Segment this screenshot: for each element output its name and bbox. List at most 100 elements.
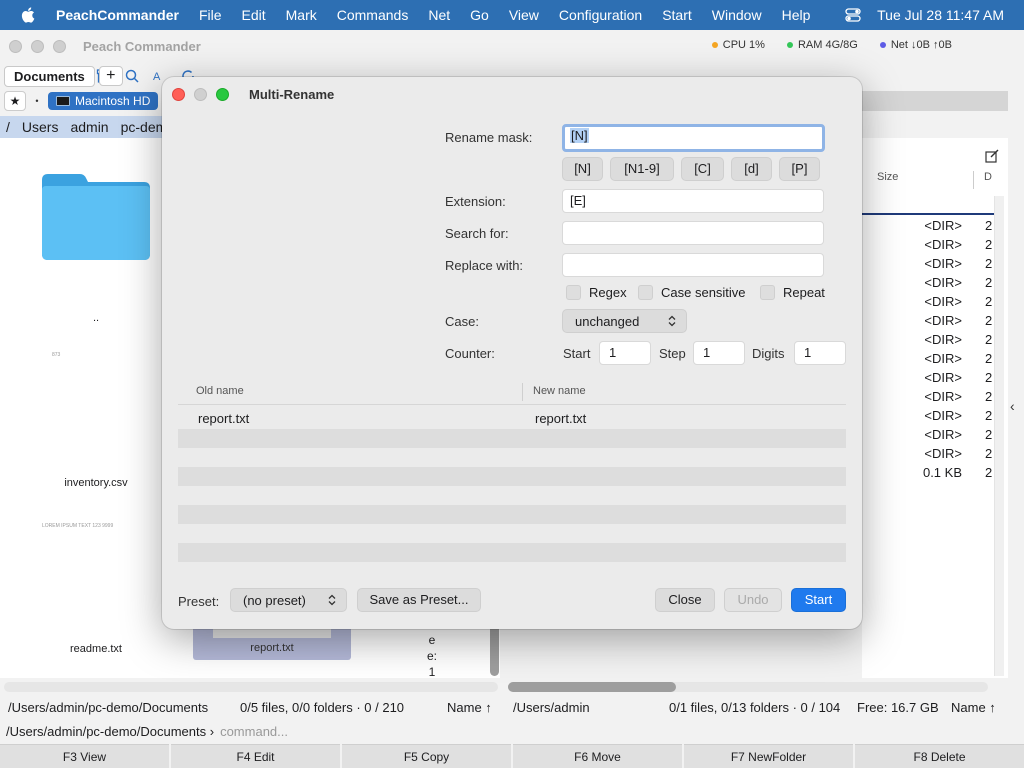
drive-label: Macintosh HD	[75, 94, 151, 108]
add-tab-button[interactable]: +	[98, 66, 123, 86]
window-titlebar: Peach Commander CPU 1% RAM 4G/8G Net ↓0B…	[0, 30, 1024, 62]
counter-start-input[interactable]: 1	[599, 341, 651, 365]
menu-configuration[interactable]: Configuration	[549, 7, 652, 23]
command-input[interactable]: command...	[220, 724, 288, 739]
new-name-header[interactable]: New name	[533, 385, 586, 397]
undo-button[interactable]: Undo	[724, 588, 782, 612]
edit-icon[interactable]	[985, 149, 999, 163]
repeat-checkbox-box[interactable]	[760, 285, 775, 300]
regex-checkbox[interactable]: Regex	[566, 285, 627, 300]
table-row[interactable]: report.txt report.txt	[178, 410, 846, 429]
menu-app-name[interactable]: PeachCommander	[54, 7, 189, 23]
rename-mask-input[interactable]: [N]	[562, 124, 825, 152]
case-select[interactable]: unchanged	[562, 309, 687, 333]
repeat-label: Repeat	[783, 285, 825, 300]
preset-select[interactable]: (no preset)	[230, 588, 347, 612]
counter-step-label: Step	[659, 346, 686, 361]
window-minimize-button[interactable]	[31, 39, 44, 53]
replace-with-label: Replace with:	[445, 258, 524, 273]
empty-table-row	[178, 505, 846, 524]
start-button[interactable]: Start	[791, 588, 846, 612]
close-button[interactable]: Close	[655, 588, 715, 612]
favorites-star-icon[interactable]: ★	[4, 91, 26, 111]
window-zoom-button[interactable]	[53, 39, 66, 53]
command-line: /Users/admin/pc-demo/Documents › command…	[6, 724, 288, 739]
menu-file[interactable]: File	[189, 7, 232, 23]
insert-date-button[interactable]: [d]	[731, 157, 772, 181]
regex-checkbox-box[interactable]	[566, 285, 581, 300]
dialog-title: Multi-Rename	[249, 86, 335, 102]
cpu-stat: CPU 1%	[711, 39, 765, 51]
counter-digits-input[interactable]: 1	[794, 341, 846, 365]
dialog-close-button[interactable]	[172, 87, 185, 101]
f7-newfolder-button[interactable]: F7 NewFolder	[684, 744, 853, 768]
f6-move-button[interactable]: F6 Move	[513, 744, 682, 768]
apple-icon[interactable]	[20, 6, 38, 24]
date-column-header[interactable]: D	[984, 171, 992, 183]
menu-help[interactable]: Help	[772, 7, 821, 23]
f8-delete-button[interactable]: F8 Delete	[855, 744, 1024, 768]
search-icon[interactable]	[123, 67, 141, 85]
insert-name-range-button[interactable]: [N1-9]	[610, 157, 674, 181]
search-for-input[interactable]	[562, 221, 824, 245]
counter-step-input[interactable]: 1	[693, 341, 745, 365]
right-vertical-scrollbar[interactable]	[994, 196, 1004, 676]
path-pc-demo[interactable]: pc-demo	[121, 119, 162, 135]
search-for-label: Search for:	[445, 226, 509, 241]
drive-button[interactable]: Macintosh HD	[48, 92, 159, 110]
empty-table-row	[178, 467, 846, 486]
menu-net[interactable]: Net	[418, 7, 460, 23]
control-center-icon[interactable]	[845, 8, 861, 22]
case-sensitive-checkbox[interactable]: Case sensitive	[638, 285, 746, 300]
f3-view-button[interactable]: F3 View	[0, 744, 169, 768]
menu-mark[interactable]: Mark	[276, 7, 327, 23]
date-cell: 2	[985, 370, 993, 385]
menubar-clock[interactable]: Tue Jul 28 11:47 AM	[877, 7, 1004, 23]
path-admin[interactable]: admin	[70, 119, 108, 135]
insert-counter-button[interactable]: [C]	[681, 157, 724, 181]
replace-with-input[interactable]	[562, 253, 824, 277]
f4-edit-button[interactable]: F4 Edit	[171, 744, 340, 768]
old-name-header[interactable]: Old name	[196, 385, 244, 397]
window-close-button[interactable]	[9, 39, 22, 53]
menu-view[interactable]: View	[499, 7, 549, 23]
menu-window[interactable]: Window	[702, 7, 772, 23]
left-sort-button[interactable]: Name ↑	[447, 700, 492, 715]
extension-input[interactable]: [E]	[562, 189, 824, 213]
date-cell: 2	[985, 332, 993, 347]
readme-txt-label[interactable]: readme.txt	[1, 643, 191, 655]
size-column-header[interactable]: Size	[877, 171, 898, 183]
system-stats: CPU 1% RAM 4G/8G Net ↓0B ↑0B	[711, 39, 952, 51]
date-cell: 2	[985, 218, 993, 233]
left-status-counts: 0/5 files, 0/0 folders · 0 / 210	[240, 700, 405, 715]
scrollbar-thumb[interactable]	[508, 682, 676, 692]
date-cell: 2	[985, 237, 993, 252]
menu-commands[interactable]: Commands	[327, 7, 419, 23]
right-sort-button[interactable]: Name ↑	[951, 700, 996, 715]
folder-icon[interactable]	[40, 172, 152, 262]
drive-dropdown-dot[interactable]: •	[32, 96, 42, 106]
rename-preview-table: Old name New name report.txt report.txt	[178, 377, 846, 567]
menu-start[interactable]: Start	[652, 7, 702, 23]
repeat-checkbox[interactable]: Repeat	[760, 285, 825, 300]
insert-name-button[interactable]: [N]	[562, 157, 603, 181]
preset-label: Preset:	[178, 594, 220, 609]
menu-go[interactable]: Go	[460, 7, 499, 23]
date-cell: 2	[985, 408, 993, 423]
left-horizontal-scrollbar[interactable]	[4, 682, 498, 692]
preset-select-value: (no preset)	[243, 592, 306, 608]
dialog-minimize-button[interactable]	[194, 87, 207, 101]
tab-documents[interactable]: Documents	[4, 65, 95, 87]
size-cell: <DIR>	[924, 332, 962, 347]
command-prompt: /Users/admin/pc-demo/Documents ›	[6, 724, 215, 739]
path-root[interactable]: /	[6, 119, 10, 135]
menu-edit[interactable]: Edit	[232, 7, 276, 23]
save-as-preset-button[interactable]: Save as Preset...	[357, 588, 481, 612]
right-horizontal-scrollbar[interactable]	[508, 682, 988, 692]
chevron-left-icon[interactable]: ‹	[1010, 398, 1015, 414]
insert-parent-button[interactable]: [P]	[779, 157, 820, 181]
f5-copy-button[interactable]: F5 Copy	[342, 744, 511, 768]
case-sensitive-checkbox-box[interactable]	[638, 285, 653, 300]
dialog-zoom-button[interactable]	[216, 87, 229, 101]
path-users[interactable]: Users	[22, 119, 59, 135]
